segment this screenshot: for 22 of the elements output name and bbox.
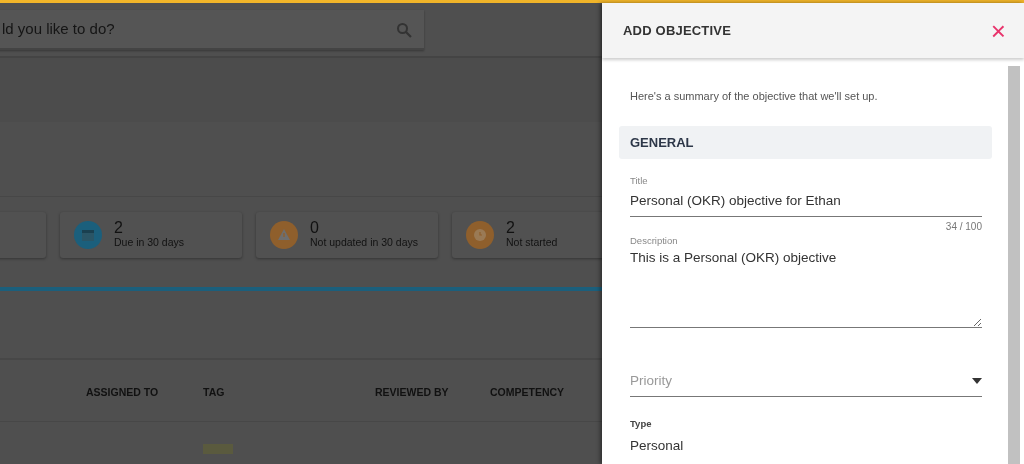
column-header: REVIEWED BY [375,385,449,398]
intro-text: Here's a summary of the objective that we'll set up. [630,89,879,104]
caret-icon [972,377,982,384]
column-header: ASSIGNED TO [86,385,159,398]
close-button[interactable]: × [986,17,1010,44]
search-icon [396,21,412,38]
field-label: Description [630,233,679,248]
stat-label: Not started [506,236,558,250]
section-header: GENERAL [619,125,992,159]
field-label: Title [630,174,649,188]
column-header: COMPETENCY [490,385,565,398]
stat-value: 2 [114,220,124,237]
field-value: Personal [630,437,685,456]
stat-value: 0 [310,220,320,237]
scrollbar[interactable] [1008,66,1020,464]
panel-title: ADD OBJECTIVE [623,21,732,40]
column-header: TAG [203,385,225,398]
field-label: Type [630,417,653,431]
stat-value: 2 [506,220,516,237]
title-field[interactable]: Personal (OKR) objective for Ethan [630,189,982,217]
character-counter: 34 / 100 [944,219,982,234]
search-field[interactable]: ld you like to do? [0,9,424,50]
